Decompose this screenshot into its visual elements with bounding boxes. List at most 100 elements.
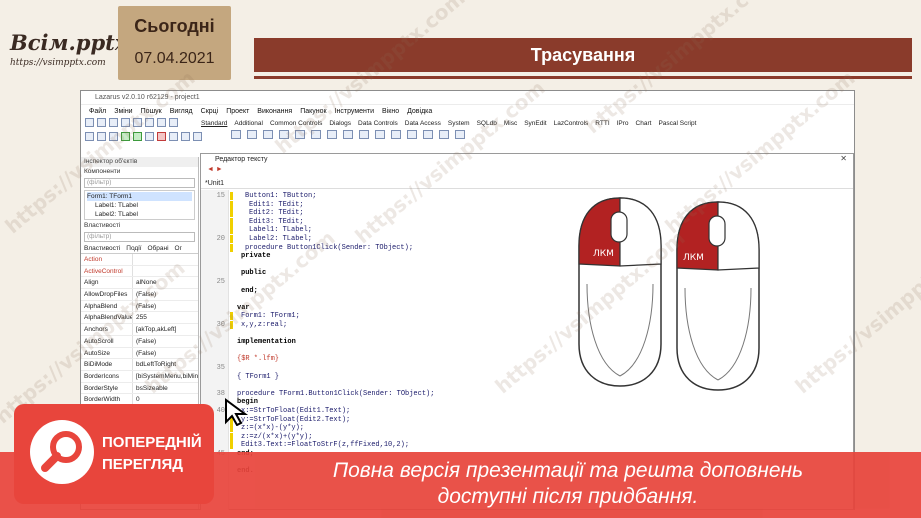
new-file-icon[interactable] bbox=[85, 118, 94, 127]
properties-label: Властивості bbox=[84, 222, 121, 229]
day-label: Сьогодні bbox=[134, 16, 215, 36]
menu-item[interactable]: Скрці bbox=[201, 108, 219, 115]
open-file-icon[interactable] bbox=[97, 118, 106, 127]
menu-item[interactable]: Файл bbox=[89, 108, 106, 115]
menu-item[interactable]: Довідка bbox=[407, 108, 432, 115]
step-over-icon[interactable] bbox=[181, 132, 190, 141]
ttogglebox-icon[interactable] bbox=[327, 130, 337, 139]
pause-icon[interactable] bbox=[145, 132, 154, 141]
modified-line-marker bbox=[230, 217, 233, 226]
component-palette bbox=[231, 130, 465, 142]
code-line: Edit3.Text:=FloatToStrF(z,ffFixed,10,2); bbox=[241, 441, 410, 450]
code-line: {$R *.lfm} bbox=[237, 355, 280, 364]
modified-line-marker bbox=[230, 441, 233, 450]
tradiogroup-icon[interactable] bbox=[439, 130, 449, 139]
tmainmenu-icon[interactable] bbox=[231, 130, 241, 139]
slide-title-bar: Трасування bbox=[254, 38, 912, 72]
code-line: procedure TForm1.Button1Click(Sender: TO… bbox=[237, 389, 435, 398]
code-line: Edit2: TEdit; bbox=[249, 209, 304, 218]
preview-text-line-1: Повна версія презентації та решта доповн… bbox=[332, 459, 804, 482]
palette-tab[interactable]: IPro bbox=[617, 120, 629, 127]
tree-item-label2[interactable]: Label2: TLabel bbox=[87, 210, 192, 219]
menu-item[interactable]: Вікно bbox=[382, 108, 399, 115]
modified-line-marker bbox=[230, 432, 233, 441]
palette-tab[interactable]: Data Access bbox=[405, 120, 441, 127]
inspector-tab[interactable]: Події bbox=[126, 244, 141, 253]
line-number: 15 bbox=[216, 192, 225, 200]
code-line: y:=StrToFloat(Edit2.Text); bbox=[241, 415, 351, 424]
tree-item-form1[interactable]: Form1: TForm1 bbox=[87, 192, 192, 201]
line-number: 20 bbox=[216, 235, 225, 243]
date-box: Сьогодні 07.04.2021 bbox=[118, 6, 231, 80]
tradiobutton-icon[interactable] bbox=[359, 130, 369, 139]
tlistbox-icon[interactable] bbox=[375, 130, 385, 139]
properties-filter-input[interactable]: (фільтр) bbox=[84, 232, 195, 242]
tscrollbar-icon[interactable] bbox=[407, 130, 417, 139]
jump-back-icon[interactable]: ◄ bbox=[207, 166, 214, 173]
modified-line-marker bbox=[230, 192, 233, 200]
slide-title: Трасування bbox=[530, 45, 636, 65]
line-number: 25 bbox=[216, 278, 225, 286]
new-form-icon[interactable] bbox=[85, 132, 94, 141]
property-row[interactable]: BorderStyle bsSizeable bbox=[81, 382, 198, 395]
property-value[interactable]: [akTop,akLeft] bbox=[133, 324, 198, 335]
code-line: x:=StrToFloat(Edit1.Text); bbox=[241, 407, 351, 415]
palette-tab[interactable]: Data Controls bbox=[358, 120, 398, 127]
property-name: BorderIcons bbox=[81, 370, 133, 382]
logo-url: https://vsimpptx.com bbox=[10, 58, 106, 68]
code-line: Edit1: TEdit; bbox=[249, 200, 304, 209]
editor-tab-unit1[interactable]: *Unit1 bbox=[201, 178, 853, 189]
tree-item-label1[interactable]: Label1: TLabel bbox=[87, 201, 192, 210]
magnifier-icon bbox=[30, 420, 94, 484]
ide-menubar: Файл Зміни Пошук Вигляд Скрці Проект Виконання… bbox=[81, 105, 854, 118]
code-line: implementation bbox=[237, 338, 296, 347]
slide-header: Всім.pptx https://vsimpptx.com Сьогодні … bbox=[0, 0, 921, 80]
toggle-form-icon[interactable] bbox=[169, 118, 178, 127]
view-forms-icon[interactable] bbox=[157, 118, 166, 127]
site-logo[interactable]: Всім.pptx https://vsimpptx.com bbox=[0, 0, 127, 80]
palette-tab[interactable]: Pascal Script bbox=[658, 120, 696, 127]
tpopupmenu-icon[interactable] bbox=[247, 130, 257, 139]
menu-item[interactable]: Вигляд bbox=[170, 108, 193, 115]
property-name: Align bbox=[81, 277, 133, 289]
close-icon[interactable]: ✕ bbox=[840, 154, 847, 163]
step-into-icon[interactable] bbox=[169, 132, 178, 141]
tcombobox-icon[interactable] bbox=[391, 130, 401, 139]
tcheckbox-icon[interactable] bbox=[343, 130, 353, 139]
code-line: private bbox=[241, 252, 271, 261]
preview-badge-line-2: ПЕРЕГЛЯД bbox=[102, 456, 183, 473]
step-out-icon[interactable] bbox=[193, 132, 202, 141]
palette-tab[interactable]: SynEdit bbox=[524, 120, 546, 127]
palette-tab[interactable]: Dialogs bbox=[329, 120, 351, 127]
left-mouse-label-1: ЛКМ bbox=[593, 249, 614, 259]
menu-item[interactable]: Виконання bbox=[257, 108, 292, 115]
preview-badge[interactable]: ПОПЕРЕДНІЙ ПЕРЕГЛЯД bbox=[14, 404, 214, 504]
inspector-tabs: Властивості Події Обрані Ог bbox=[81, 244, 198, 254]
inspector-tab[interactable]: Обрані bbox=[147, 244, 168, 253]
jump-forward-icon[interactable]: ► bbox=[216, 166, 223, 173]
preview-text-line-2: доступні після придбання. bbox=[437, 485, 699, 508]
modified-line-marker bbox=[230, 200, 233, 209]
left-mouse-label-2: ЛКМ bbox=[683, 253, 704, 263]
logo-text: Всім.pptx bbox=[10, 30, 128, 55]
menu-item[interactable]: Проект bbox=[226, 108, 249, 115]
palette-tab[interactable]: Standard bbox=[201, 120, 227, 127]
palette-tab[interactable]: Chart bbox=[636, 120, 652, 127]
components-filter-input[interactable]: (фільтр) bbox=[84, 178, 195, 188]
property-name: BiDiMode bbox=[81, 359, 133, 370]
palette-tab[interactable]: Additional bbox=[234, 120, 263, 127]
inspector-tab[interactable]: Ог bbox=[175, 244, 182, 253]
modified-line-marker bbox=[230, 243, 233, 252]
modified-line-marker bbox=[230, 226, 233, 235]
palette-tab[interactable]: System bbox=[448, 120, 470, 127]
modified-line-marker bbox=[230, 209, 233, 218]
modified-line-marker bbox=[230, 235, 233, 243]
inspector-tab[interactable]: Властивості bbox=[84, 244, 120, 253]
property-value[interactable]: 255 bbox=[133, 312, 198, 323]
code-line: Label2: TLabel; bbox=[249, 235, 313, 243]
line-number: 35 bbox=[216, 364, 225, 372]
ide-window-title: Lazarus v2.0.10 r62129 - project1 bbox=[81, 91, 854, 105]
stop-icon[interactable] bbox=[157, 132, 166, 141]
tgroupbox-icon[interactable] bbox=[423, 130, 433, 139]
mouse-cursor-icon bbox=[225, 398, 249, 426]
